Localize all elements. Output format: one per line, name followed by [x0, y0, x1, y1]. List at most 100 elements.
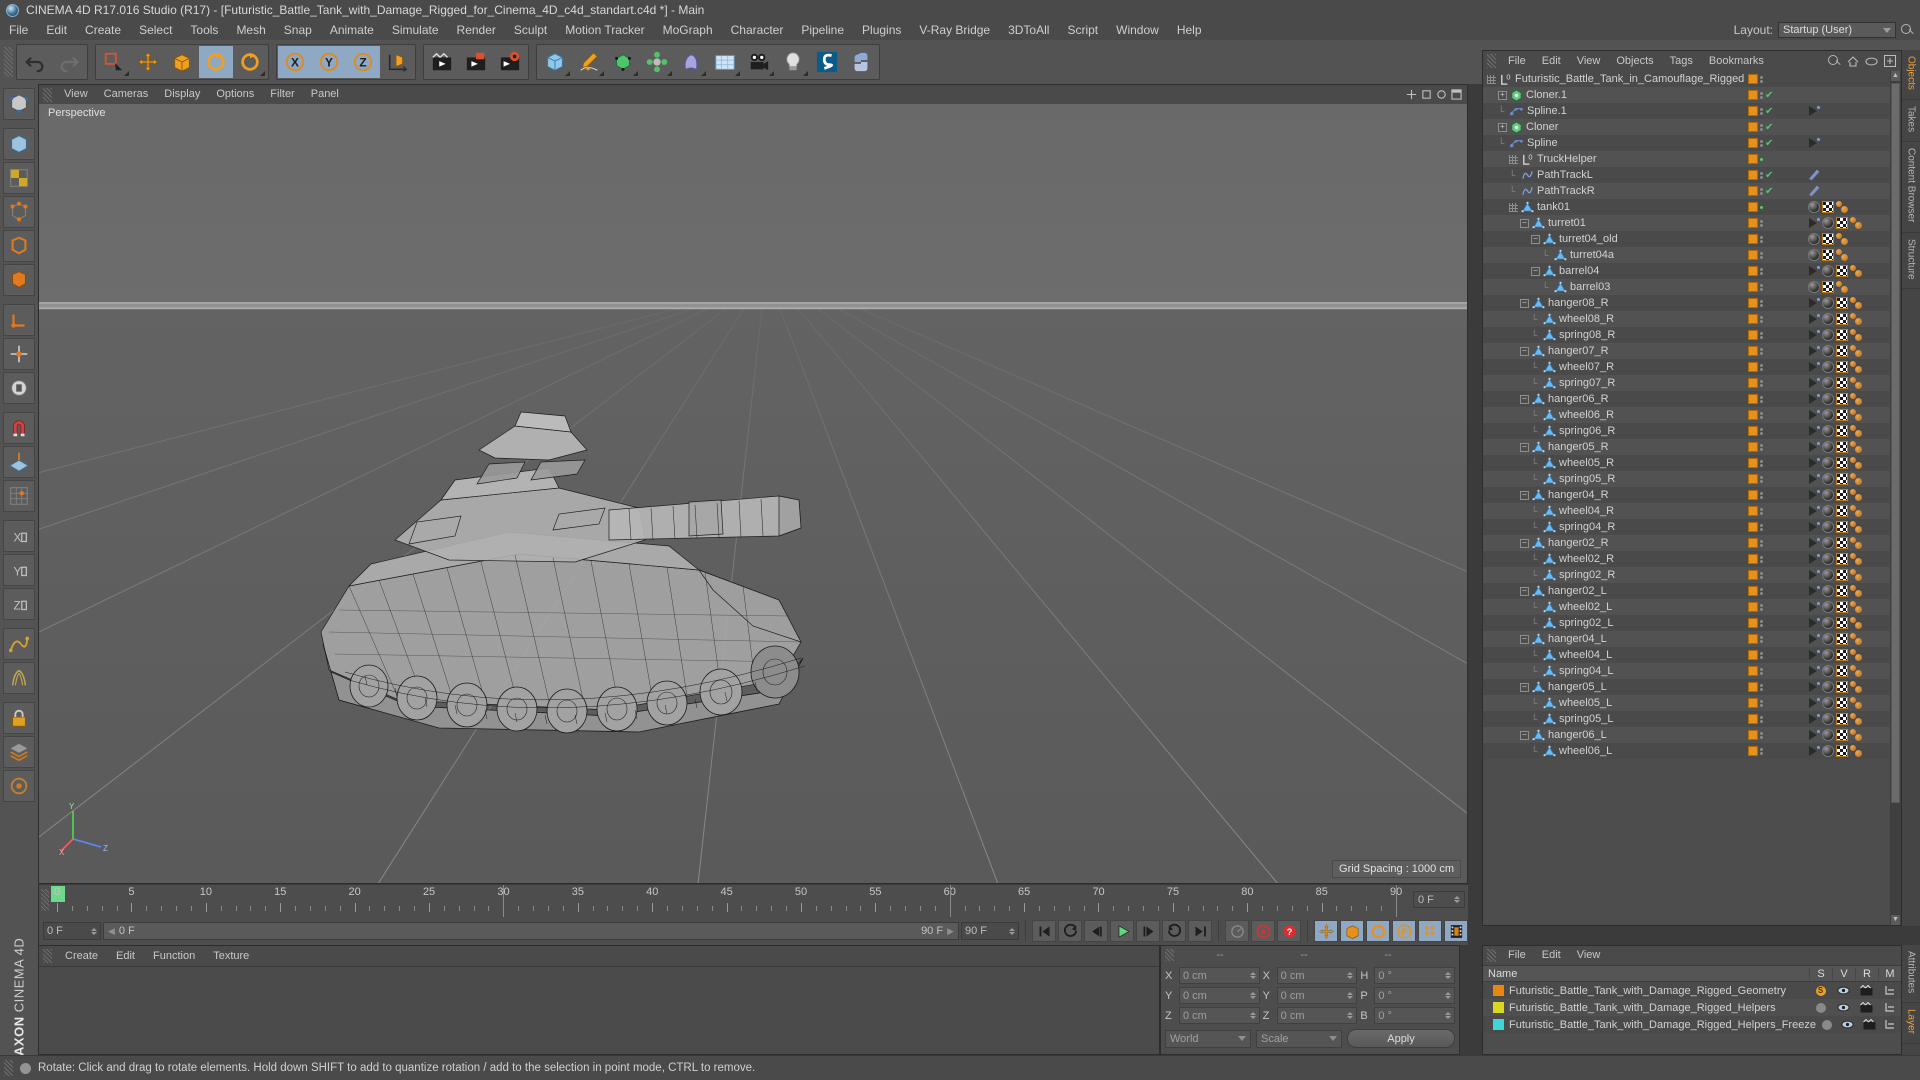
- visibility-toggle-dots[interactable]: [1760, 300, 1763, 307]
- menu-item-render[interactable]: Render: [448, 20, 505, 40]
- next-key-button[interactable]: [1162, 920, 1186, 942]
- hair-tool-button[interactable]: [3, 662, 35, 694]
- balls-tag-icon[interactable]: [1850, 553, 1862, 565]
- checker-tag-icon[interactable]: [1836, 601, 1848, 613]
- object-name-cell[interactable]: tank01: [1483, 201, 1744, 213]
- object-row[interactable]: └spring02_L: [1483, 615, 1890, 631]
- render-region-button[interactable]: [459, 46, 493, 78]
- vertexmap-tag-icon[interactable]: [1808, 617, 1820, 629]
- layer-visible-toggle[interactable]: [1837, 1020, 1858, 1029]
- search-icon[interactable]: [1901, 24, 1914, 37]
- balls-tag-icon[interactable]: [1850, 473, 1862, 485]
- collapse-icon[interactable]: −: [1520, 219, 1529, 228]
- checker-tag-icon[interactable]: [1836, 489, 1848, 501]
- object-name-cell[interactable]: −hanger02_R: [1483, 537, 1744, 549]
- spinner-icon[interactable]: [1347, 992, 1353, 999]
- keyframe-mode-button[interactable]: [1444, 920, 1468, 942]
- balls-tag-icon[interactable]: [1850, 713, 1862, 725]
- vertexmap-tag-icon[interactable]: [1808, 105, 1820, 117]
- layer-visible-toggle[interactable]: [1832, 986, 1855, 995]
- menu-item-mesh[interactable]: Mesh: [227, 20, 274, 40]
- menu-item-create[interactable]: Create: [56, 946, 107, 966]
- object-name-cell[interactable]: └spring08_R: [1483, 329, 1744, 341]
- object-name-cell[interactable]: −hanger05_L: [1483, 681, 1744, 693]
- checker-tag-icon[interactable]: [1836, 505, 1848, 517]
- collapse-icon[interactable]: −: [1520, 443, 1529, 452]
- texture-mode-button[interactable]: [3, 162, 35, 194]
- spinner-icon[interactable]: [1347, 1012, 1353, 1019]
- layer-render-toggle[interactable]: [1858, 1019, 1879, 1030]
- menu-item-filter[interactable]: Filter: [262, 85, 302, 104]
- object-row[interactable]: −hanger02_R: [1483, 535, 1890, 551]
- layer-color-swatch[interactable]: [1748, 730, 1758, 740]
- sphere-tag-icon[interactable]: [1822, 713, 1834, 725]
- balls-tag-icon[interactable]: [1850, 409, 1862, 421]
- redo-button[interactable]: [52, 46, 86, 78]
- visibility-toggle-dots[interactable]: [1760, 460, 1763, 467]
- object-name-cell[interactable]: └wheel05_L: [1483, 697, 1744, 709]
- sphere-tag-icon[interactable]: [1822, 425, 1834, 437]
- checker-tag-icon[interactable]: [1822, 201, 1834, 213]
- layer-color-swatch[interactable]: [1748, 570, 1758, 580]
- layer-name-cell[interactable]: Futuristic_Battle_Tank_with_Damage_Rigge…: [1483, 985, 1809, 997]
- balls-tag-icon[interactable]: [1850, 617, 1862, 629]
- record-pla-button[interactable]: [1418, 920, 1442, 942]
- record-scale-button[interactable]: [1340, 920, 1364, 942]
- checker-tag-icon[interactable]: [1836, 713, 1848, 725]
- toolbar-grip[interactable]: [4, 47, 13, 77]
- visibility-toggle-dots[interactable]: [1760, 284, 1763, 291]
- object-enable-check-icon[interactable]: ✔: [1765, 90, 1777, 101]
- balls-tag-icon[interactable]: [1850, 457, 1862, 469]
- points-mode-button[interactable]: [3, 196, 35, 228]
- record-button[interactable]: [1251, 920, 1275, 942]
- balls-tag-icon[interactable]: [1850, 633, 1862, 645]
- scroll-down-arrow-icon[interactable]: ▼: [1891, 915, 1900, 925]
- layout-select[interactable]: Startup (User): [1778, 22, 1896, 38]
- edges-mode-button[interactable]: [3, 230, 35, 262]
- visibility-toggle-dots[interactable]: [1760, 540, 1763, 547]
- collapse-icon[interactable]: −: [1520, 395, 1529, 404]
- layer-color-swatch[interactable]: [1748, 506, 1758, 516]
- menu-item-script[interactable]: Script: [1058, 20, 1107, 40]
- sphere-tag-icon[interactable]: [1822, 361, 1834, 373]
- object-row[interactable]: −turret01: [1483, 215, 1890, 231]
- collapse-icon[interactable]: −: [1520, 539, 1529, 548]
- layer-color-swatch[interactable]: [1748, 298, 1758, 308]
- balls-tag-icon[interactable]: [1850, 393, 1862, 405]
- object-row[interactable]: └wheel04_R: [1483, 503, 1890, 519]
- side-tab-objects[interactable]: Objects: [1902, 50, 1920, 100]
- menu-item-plugins[interactable]: Plugins: [853, 20, 910, 40]
- layer-color-swatch[interactable]: [1748, 378, 1758, 388]
- viewport-maximize-icon[interactable]: [1451, 89, 1462, 100]
- balls-tag-icon[interactable]: [1850, 569, 1862, 581]
- collapse-icon[interactable]: −: [1520, 731, 1529, 740]
- object-row[interactable]: └turret04a: [1483, 247, 1890, 263]
- checker-tag-icon[interactable]: [1836, 697, 1848, 709]
- visibility-toggle-dots[interactable]: [1760, 316, 1763, 323]
- drag-handle-icon[interactable]: [1509, 203, 1518, 212]
- object-row[interactable]: └spring02_R: [1483, 567, 1890, 583]
- autokey-button[interactable]: [1225, 920, 1249, 942]
- current-frame-field[interactable]: 0 F: [43, 922, 101, 940]
- checker-tag-icon[interactable]: [1836, 457, 1848, 469]
- object-row[interactable]: └barrel03: [1483, 279, 1890, 295]
- checker-tag-icon[interactable]: [1836, 297, 1848, 309]
- object-row[interactable]: −hanger06_L: [1483, 727, 1890, 743]
- sphere-tag-icon[interactable]: [1808, 201, 1820, 213]
- object-row[interactable]: └wheel06_L: [1483, 743, 1890, 759]
- layer-name-cell[interactable]: Futuristic_Battle_Tank_with_Damage_Rigge…: [1483, 1002, 1809, 1014]
- visibility-toggle-dots[interactable]: [1760, 668, 1763, 675]
- model-mode-button[interactable]: [3, 128, 35, 160]
- object-name-cell[interactable]: └wheel07_R: [1483, 361, 1744, 373]
- layer-color-swatch[interactable]: [1748, 474, 1758, 484]
- object-row[interactable]: └wheel07_R: [1483, 359, 1890, 375]
- spinner-icon[interactable]: [1445, 972, 1451, 979]
- visibility-toggle-dots[interactable]: [1760, 124, 1763, 131]
- layer-color-swatch[interactable]: [1748, 554, 1758, 564]
- brush-tag-icon[interactable]: [1808, 169, 1820, 181]
- collapse-icon[interactable]: −: [1520, 347, 1529, 356]
- visibility-toggle-dots[interactable]: [1760, 412, 1763, 419]
- balls-tag-icon[interactable]: [1850, 729, 1862, 741]
- layer-color-swatch[interactable]: [1748, 458, 1758, 468]
- object-row[interactable]: └spring06_R: [1483, 423, 1890, 439]
